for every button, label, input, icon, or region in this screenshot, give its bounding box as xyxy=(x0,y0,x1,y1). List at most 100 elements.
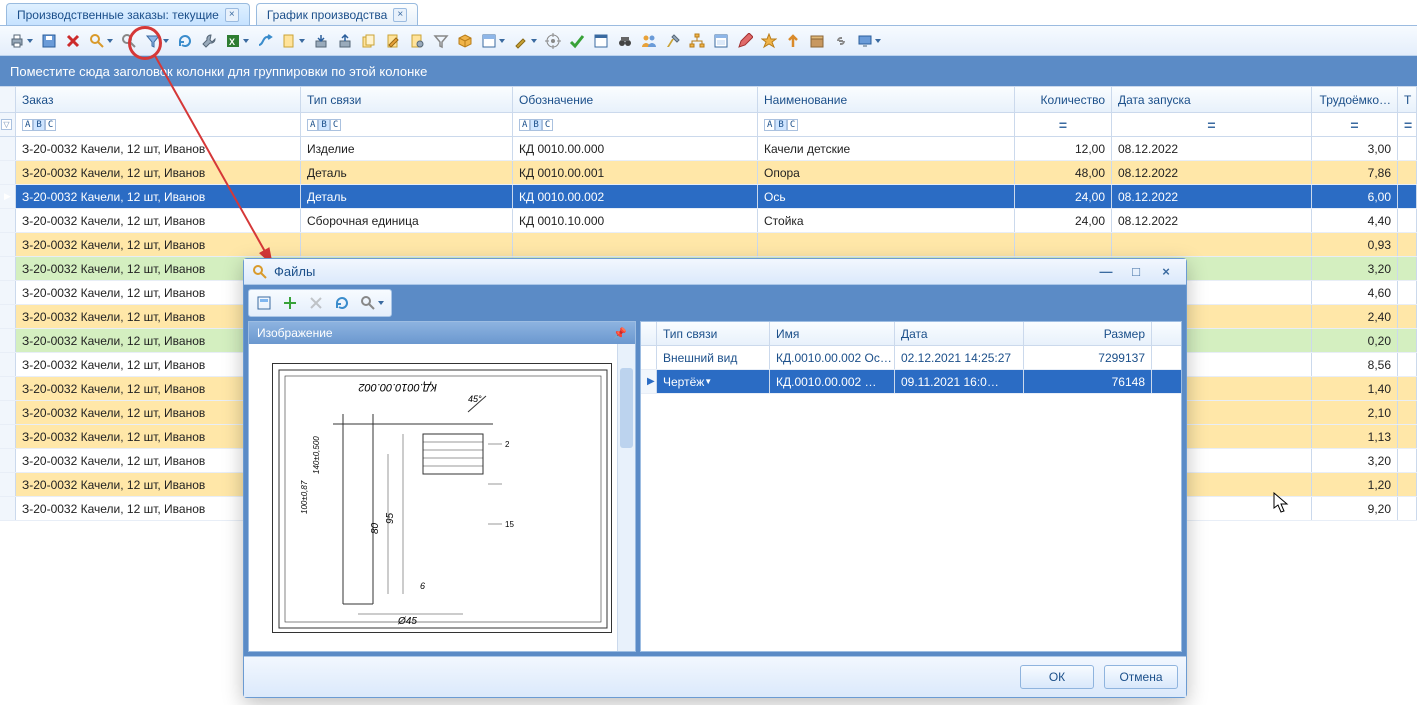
file-row[interactable]: Внешний видКД.0010.00.002 Ос…02.12.2021 … xyxy=(641,346,1181,370)
table-row[interactable]: ▶З-20-0032 Качели, 12 шт, ИвановДетальКД… xyxy=(0,185,1417,209)
cell-order: З-20-0032 Качели, 12 шт, Иванов xyxy=(16,161,301,184)
cube-icon[interactable] xyxy=(454,30,476,52)
refresh-icon[interactable] xyxy=(331,292,353,314)
header-qty[interactable]: Количество xyxy=(1015,87,1112,112)
filter-code[interactable]: ABC xyxy=(513,113,758,136)
cancel-button[interactable]: Отмена xyxy=(1104,665,1178,689)
check-green-icon[interactable] xyxy=(566,30,588,52)
filter-name[interactable]: ABC xyxy=(758,113,1015,136)
file-cell-type: Чертёж ▼ xyxy=(657,370,770,393)
window-icon[interactable] xyxy=(710,30,732,52)
files-grid-body: Внешний видКД.0010.00.002 Ос…02.12.2021 … xyxy=(641,346,1181,394)
funnel-icon[interactable] xyxy=(430,30,452,52)
table-row[interactable]: З-20-0032 Качели, 12 шт, ИвановДетальКД … xyxy=(0,161,1417,185)
screen-icon[interactable] xyxy=(854,30,884,52)
cell-type xyxy=(301,233,513,256)
header-rest[interactable]: Т xyxy=(1398,87,1417,112)
delete-red-icon[interactable] xyxy=(62,30,84,52)
zoom-icon[interactable] xyxy=(357,292,387,314)
cell-rest xyxy=(1398,329,1417,352)
maximize-button[interactable]: □ xyxy=(1124,263,1148,281)
filter-date[interactable]: = xyxy=(1112,113,1312,136)
cell-date: 08.12.2022 xyxy=(1112,137,1312,160)
close-button[interactable]: × xyxy=(1154,263,1178,281)
users-icon[interactable] xyxy=(638,30,660,52)
target-icon[interactable] xyxy=(542,30,564,52)
header-code[interactable]: Обозначение xyxy=(513,87,758,112)
header-labor[interactable]: Трудоёмко… xyxy=(1312,87,1398,112)
table-row[interactable]: З-20-0032 Качели, 12 шт, ИвановСборочная… xyxy=(0,209,1417,233)
tab-schedule[interactable]: График производства × xyxy=(256,3,418,25)
tool-icon[interactable] xyxy=(510,30,540,52)
fheader-date[interactable]: Дата xyxy=(895,322,1024,345)
image-preview[interactable]: КД.0010.00.002 45° 9 xyxy=(249,344,635,651)
wrench-icon[interactable] xyxy=(198,30,220,52)
header-name[interactable]: Наименование xyxy=(758,87,1015,112)
stack-out-icon[interactable] xyxy=(334,30,356,52)
filter-funnel-icon[interactable] xyxy=(142,30,172,52)
box-icon[interactable] xyxy=(806,30,828,52)
file-cell-date: 09.11.2021 16:0… xyxy=(895,370,1024,393)
excel-icon[interactable]: X xyxy=(222,30,252,52)
tab-orders[interactable]: Производственные заказы: текущие × xyxy=(6,3,250,25)
refresh-icon[interactable] xyxy=(174,30,196,52)
cell-labor: 3,20 xyxy=(1312,257,1398,280)
cell-qty: 24,00 xyxy=(1015,185,1112,208)
print-icon[interactable] xyxy=(6,30,36,52)
header-type[interactable]: Тип связи xyxy=(301,87,513,112)
filter-labor[interactable]: = xyxy=(1312,113,1398,136)
star-icon[interactable] xyxy=(758,30,780,52)
close-icon[interactable]: × xyxy=(393,8,407,22)
fheader-name[interactable]: Имя xyxy=(770,322,895,345)
minimize-button[interactable]: — xyxy=(1094,263,1118,281)
cell-date: 08.12.2022 xyxy=(1112,185,1312,208)
dialog-titlebar[interactable]: Файлы — □ × xyxy=(244,259,1186,285)
app-icon[interactable] xyxy=(590,30,612,52)
link-icon[interactable] xyxy=(830,30,852,52)
filter-order[interactable]: ABC xyxy=(16,113,301,136)
save-icon[interactable] xyxy=(38,30,60,52)
table-row[interactable]: З-20-0032 Качели, 12 шт, ИвановИзделиеКД… xyxy=(0,137,1417,161)
delete-icon[interactable] xyxy=(305,292,327,314)
stack-in-icon[interactable] xyxy=(310,30,332,52)
route-icon[interactable] xyxy=(254,30,276,52)
template-icon[interactable] xyxy=(478,30,508,52)
diagram-icon[interactable] xyxy=(686,30,708,52)
row-indicator xyxy=(0,209,16,232)
files-magnifier-icon[interactable] xyxy=(86,30,116,52)
cell-type: Изделие xyxy=(301,137,513,160)
header-order[interactable]: Заказ xyxy=(16,87,301,112)
cell-labor: 6,00 xyxy=(1312,185,1398,208)
page-icon[interactable] xyxy=(278,30,308,52)
view-icon[interactable] xyxy=(253,292,275,314)
cell-rest xyxy=(1398,449,1417,472)
close-icon[interactable]: × xyxy=(225,8,239,22)
filter-qty[interactable]: = xyxy=(1015,113,1112,136)
filter-rest[interactable]: = xyxy=(1398,113,1417,136)
page-edit-icon[interactable] xyxy=(382,30,404,52)
fheader-type[interactable]: Тип связи xyxy=(657,322,770,345)
pin-icon[interactable]: 📌 xyxy=(613,327,627,340)
svg-text:95: 95 xyxy=(385,512,396,524)
add-icon[interactable] xyxy=(279,292,301,314)
header-date[interactable]: Дата запуска xyxy=(1112,87,1312,112)
pages-icon[interactable] xyxy=(358,30,380,52)
cell-rest xyxy=(1398,425,1417,448)
page-gear-icon[interactable] xyxy=(406,30,428,52)
cell-order: З-20-0032 Качели, 12 шт, Иванов xyxy=(16,209,301,232)
arrow-up-icon[interactable] xyxy=(782,30,804,52)
ok-button[interactable]: ОК xyxy=(1020,665,1094,689)
group-by-bar[interactable]: Поместите сюда заголовок колонки для гру… xyxy=(0,56,1417,86)
filter-type[interactable]: ABC xyxy=(301,113,513,136)
image-panel-title: Изображение xyxy=(257,326,333,340)
hammer-icon[interactable] xyxy=(662,30,684,52)
binoculars-icon[interactable] xyxy=(614,30,636,52)
table-row[interactable]: З-20-0032 Качели, 12 шт, Иванов0,93 xyxy=(0,233,1417,257)
search-icon[interactable] xyxy=(118,30,140,52)
file-row[interactable]: ▶Чертёж ▼КД.0010.00.002 …09.11.2021 16:0… xyxy=(641,370,1181,394)
pencil-edit-icon[interactable] xyxy=(734,30,756,52)
fheader-size[interactable]: Размер xyxy=(1024,322,1152,345)
cell-labor: 0,20 xyxy=(1312,329,1398,352)
preview-scrollbar[interactable] xyxy=(617,344,635,651)
svg-text:X: X xyxy=(229,37,235,47)
